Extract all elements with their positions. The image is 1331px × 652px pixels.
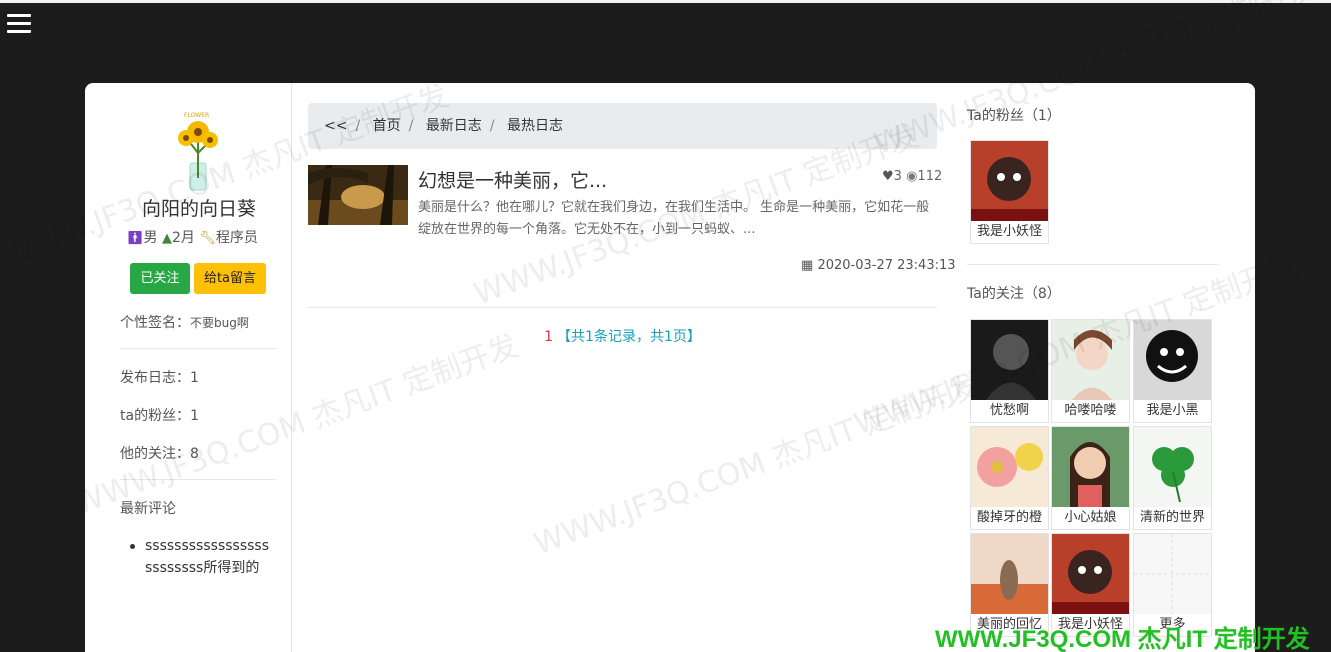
post-stats: ♥3 ◉112 bbox=[882, 169, 942, 184]
avatar-image bbox=[1052, 534, 1129, 614]
avatar-image bbox=[971, 141, 1048, 221]
following-tile[interactable]: 我是小黑 bbox=[1133, 319, 1212, 423]
following-name: 忧愁啊 bbox=[989, 403, 1029, 418]
profile-meta: 🚹︎男 ▲2月 🔧︎程序员 bbox=[127, 227, 258, 247]
job-text: 程序员 bbox=[215, 230, 258, 246]
age-text: 2月 bbox=[171, 230, 195, 246]
placeholder-image bbox=[1134, 534, 1211, 614]
post-date-text: 2020-03-27 23:43:13 bbox=[817, 258, 956, 273]
heart-icon: ♥ bbox=[882, 169, 894, 184]
post-thumbnail[interactable] bbox=[308, 165, 408, 225]
following-tile[interactable]: 忧愁啊 bbox=[970, 319, 1049, 423]
latest-comments-label: 最新评论 bbox=[120, 501, 176, 517]
footer-watermark: WWW.JF3Q.COM 杰凡IT 定制开发 bbox=[935, 626, 1310, 652]
stat-fans: ta的粉丝：1 bbox=[120, 408, 199, 424]
person-icon: 🚹︎ bbox=[127, 231, 144, 246]
gender-text: 男 bbox=[143, 230, 158, 246]
page-current[interactable]: 1 bbox=[544, 329, 553, 345]
following-name: 小心姑娘 bbox=[1064, 510, 1117, 525]
avatar-image bbox=[1052, 427, 1129, 507]
profile-sidebar: FLOWER 向阳的向日葵 🚹︎男 ▲2月 🔧︎程序员 已关注 给ta留言 个性… bbox=[85, 83, 292, 652]
avatar-image bbox=[971, 534, 1048, 614]
breadcrumb: << / 首页 / 最新日志 / 最热日志 bbox=[308, 103, 937, 149]
message-button[interactable]: 给ta留言 bbox=[194, 263, 266, 294]
avatar-image bbox=[971, 320, 1048, 400]
age-icon: ▲ bbox=[161, 231, 172, 246]
following-name: 我是小黑 bbox=[1146, 403, 1199, 418]
avatar-image bbox=[971, 427, 1048, 507]
calendar-icon: ▦ bbox=[801, 258, 814, 273]
wrench-icon: 🔧︎ bbox=[199, 231, 216, 246]
profile-name: 向阳的向日葵 bbox=[141, 198, 256, 220]
eye-icon: ◉ bbox=[906, 169, 918, 184]
divider bbox=[967, 264, 1219, 265]
fan-tile[interactable]: 我是小妖怪 bbox=[970, 140, 1049, 244]
views-count: 112 bbox=[917, 169, 943, 184]
following-tile[interactable]: 清新的世界 bbox=[1133, 426, 1212, 530]
divider bbox=[308, 307, 937, 308]
follow-button[interactable]: 已关注 bbox=[130, 263, 190, 294]
post-excerpt: 美丽是什么？他在哪儿？它就在我们身边，在我们生活中。 生命是一种美丽，它如花一般… bbox=[418, 200, 930, 237]
following-name: 哈喽哈喽 bbox=[1064, 403, 1117, 418]
following-name: 清新的世界 bbox=[1139, 510, 1205, 525]
post-date: ▦ 2020-03-27 23:43:13 bbox=[801, 258, 956, 273]
fan-name: 我是小妖怪 bbox=[976, 224, 1042, 239]
likes-count: 3 bbox=[893, 169, 902, 184]
breadcrumb-latest[interactable]: 最新日志 bbox=[426, 118, 482, 134]
stat-posts: 发布日志：1 bbox=[120, 370, 199, 386]
signature-label: 个性签名： bbox=[120, 315, 190, 331]
stat-following: 他的关注：8 bbox=[120, 446, 199, 462]
svg-text:FLOWER: FLOWER bbox=[184, 112, 209, 119]
post-title[interactable]: 幻想是一种美丽，它... bbox=[418, 166, 607, 193]
breadcrumb-home[interactable]: 首页 bbox=[373, 118, 401, 134]
comment-item[interactable]: sssssssssssssssssssssssss所得到的 bbox=[130, 535, 275, 579]
avatar-image bbox=[1134, 427, 1211, 507]
avatar-image bbox=[1052, 320, 1129, 400]
following-title: Ta的关注（8） bbox=[967, 286, 1061, 302]
breadcrumb-back[interactable]: << bbox=[324, 118, 347, 134]
pagination: 1 【共1条记录，共1页】 bbox=[308, 326, 937, 346]
main-card: FLOWER 向阳的向日葵 🚹︎男 ▲2月 🔧︎程序员 已关注 给ta留言 个性… bbox=[85, 83, 1255, 652]
avatar-image bbox=[1134, 320, 1211, 400]
hamburger-icon[interactable] bbox=[7, 14, 31, 33]
signature-value: 不要bug啊 bbox=[190, 316, 249, 330]
breadcrumb-hottest[interactable]: 最热日志 bbox=[507, 118, 563, 134]
divider bbox=[120, 479, 277, 480]
sunflower-avatar: FLOWER bbox=[178, 112, 218, 191]
divider bbox=[120, 348, 277, 349]
top-border bbox=[0, 0, 1331, 3]
following-tile[interactable]: 哈喽哈喽 bbox=[1051, 319, 1130, 423]
signature: 个性签名：不要bug啊 bbox=[120, 312, 249, 332]
page-summary: 【共1条记录，共1页】 bbox=[557, 329, 701, 345]
fans-title: Ta的粉丝（1） bbox=[967, 108, 1061, 124]
following-tile[interactable]: 小心姑娘 bbox=[1051, 426, 1130, 530]
following-tile[interactable]: 酸掉牙的橙 bbox=[970, 426, 1049, 530]
following-name: 酸掉牙的橙 bbox=[976, 510, 1042, 525]
